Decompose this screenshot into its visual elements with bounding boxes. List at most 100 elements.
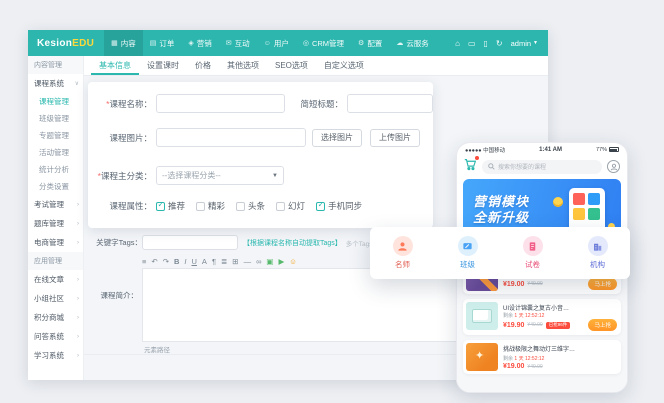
- checkbox-slideshow[interactable]: 幻灯: [276, 200, 305, 212]
- sidebar-group-articles[interactable]: 在线文章›: [28, 270, 83, 289]
- sidebar-item-course-manage[interactable]: 课程管理: [28, 93, 83, 110]
- chevron-right-icon: ›: [77, 334, 79, 340]
- cart-icon[interactable]: [464, 158, 477, 176]
- nav-item-settings[interactable]: ⚙配置: [351, 30, 389, 56]
- service-icon[interactable]: [607, 160, 620, 173]
- sidebar-item-topic-manage[interactable]: 专题管理: [28, 127, 83, 144]
- underline-icon[interactable]: U: [192, 257, 197, 266]
- chevron-right-icon: ›: [77, 221, 79, 227]
- sidebar-item-category-setting[interactable]: 分类设置: [28, 178, 83, 195]
- top-right-tools: ⌂ ▭ ▯ ↻ admin▼: [455, 39, 548, 48]
- tab-seo-options[interactable]: SEO选项: [267, 56, 316, 75]
- nav-item-cloud[interactable]: ☁云服务: [389, 30, 436, 56]
- popover-label: 机构: [590, 259, 605, 270]
- checkbox-mobile-sync[interactable]: 手机同步: [316, 200, 362, 212]
- tab-other-options[interactable]: 其他选项: [219, 56, 267, 75]
- top-nav: ▦内容 ▤订单 ◈营销 ✉互动 ☺用户 ◎CRM管理 ⚙配置 ☁云服务: [104, 30, 436, 56]
- course-image-input[interactable]: [156, 128, 306, 147]
- home-icon[interactable]: ⌂: [455, 39, 460, 48]
- checkbox-recommend[interactable]: 推荐: [156, 200, 185, 212]
- buy-now-button[interactable]: 马上抢: [588, 278, 617, 290]
- nav-label: 内容: [121, 38, 136, 49]
- tab-price[interactable]: 价格: [187, 56, 219, 75]
- checkbox-headline[interactable]: 头条: [236, 200, 265, 212]
- choose-image-button[interactable]: 选择图片: [312, 129, 362, 147]
- monitor-icon[interactable]: ▭: [468, 39, 476, 48]
- redo-icon[interactable]: ↷: [163, 257, 169, 266]
- video-icon[interactable]: ▶: [279, 257, 285, 266]
- link-icon[interactable]: ∞: [256, 257, 261, 266]
- battery-percent: 77%: [596, 147, 607, 153]
- product-old-price: ¥49.90: [527, 322, 542, 328]
- sidebar-group-community[interactable]: 小组社区 ›: [28, 289, 83, 308]
- form-tabs: 基本信息 设置课时 价格 其他选项 SEO选项 自定义选项: [84, 56, 548, 76]
- popover-label: 班级: [460, 259, 475, 270]
- sidebar-section-apps: 应用管理: [28, 252, 83, 270]
- group-label: 小组社区: [34, 293, 64, 304]
- paragraph-icon[interactable]: ¶: [212, 257, 216, 266]
- sidebar-item-stats[interactable]: 统计分析: [28, 161, 83, 178]
- product-card[interactable]: UI设计锦囊之复古小音… 剩余 1 天 12:52:12 ¥19.90 ¥49.…: [463, 299, 621, 335]
- product-countdown: 剩余 1 天 12:52:12: [503, 355, 617, 362]
- tags-input[interactable]: [142, 235, 238, 250]
- tab-lessons[interactable]: 设置课时: [139, 56, 187, 75]
- popover-item-classes[interactable]: 班级: [435, 227, 500, 279]
- product-countdown: 剩余 1 天 12:52:12: [503, 312, 617, 319]
- list-icon: ▤: [150, 39, 157, 47]
- sidebar-item-activity-manage[interactable]: 活动管理: [28, 144, 83, 161]
- search-input[interactable]: 搜索你想要的课程: [482, 160, 602, 174]
- phone-icon[interactable]: ▯: [484, 39, 488, 48]
- product-card[interactable]: 挑战极限之舞动灯三维字… 剩余 1 天 12:52:12 ¥19.00 ¥49.…: [463, 340, 621, 374]
- list-icon[interactable]: ≣: [221, 257, 227, 266]
- user-menu[interactable]: admin▼: [511, 39, 538, 48]
- nav-item-orders[interactable]: ▤订单: [143, 30, 182, 56]
- category-select[interactable]: --选择课程分类--▼: [156, 166, 284, 185]
- table-icon[interactable]: ⊞: [232, 257, 238, 266]
- emoji-icon[interactable]: ☺: [289, 257, 297, 266]
- nav-item-interaction[interactable]: ✉互动: [219, 30, 257, 56]
- sidebar-group-ecommerce[interactable]: 电商管理›: [28, 233, 83, 252]
- product-title: UI设计锦囊之复古小音…: [503, 303, 617, 312]
- sidebar-group-learning[interactable]: 学习系统›: [28, 346, 83, 365]
- checkbox-featured[interactable]: 精彩: [196, 200, 225, 212]
- buy-now-button[interactable]: 马上抢: [588, 319, 617, 331]
- upload-image-button[interactable]: 上传图片: [370, 129, 420, 147]
- course-image-label: 课程图片：: [88, 132, 152, 144]
- tab-basic-info[interactable]: 基本信息: [91, 56, 139, 75]
- popover-item-teachers[interactable]: 名师: [370, 227, 435, 279]
- nav-item-marketing[interactable]: ◈营销: [181, 30, 218, 56]
- sidebar-item-class-manage[interactable]: 班级管理: [28, 110, 83, 127]
- image-icon[interactable]: ▣: [266, 257, 273, 266]
- bold-icon[interactable]: B: [174, 257, 179, 266]
- source-code-icon[interactable]: ≡: [142, 257, 146, 266]
- popover-item-exams[interactable]: 试卷: [500, 227, 565, 279]
- app-logo[interactable]: KesionEDU: [28, 38, 104, 49]
- hr-icon[interactable]: —: [244, 257, 252, 266]
- sidebar-group-question-bank[interactable]: 题库管理›: [28, 214, 83, 233]
- italic-icon[interactable]: I: [184, 257, 186, 266]
- auto-extract-tags-link[interactable]: 【根据课程名称自动提取Tags】: [243, 238, 342, 248]
- chevron-right-icon: ›: [77, 296, 79, 302]
- search-icon: [488, 163, 495, 170]
- users-icon: ◎: [303, 39, 309, 47]
- nav-label: 营销: [197, 38, 212, 49]
- short-title-input[interactable]: [347, 94, 433, 113]
- nav-label: 用户: [274, 38, 289, 49]
- sidebar-group-points-mall[interactable]: 积分商城›: [28, 308, 83, 327]
- nav-item-crm[interactable]: ◎CRM管理: [296, 30, 351, 56]
- sidebar-group-course-system[interactable]: 课程系统∨: [28, 74, 83, 93]
- sidebar-section-content: 内容管理: [28, 56, 83, 74]
- tab-custom-options[interactable]: 自定义选项: [316, 56, 372, 75]
- undo-icon[interactable]: ↶: [151, 257, 157, 266]
- nav-item-content[interactable]: ▦内容: [104, 30, 143, 56]
- checkbox-icon: [316, 202, 325, 211]
- refresh-icon[interactable]: ↻: [496, 39, 503, 48]
- sidebar-group-exam[interactable]: 考试管理›: [28, 195, 83, 214]
- nav-item-users[interactable]: ☺用户: [257, 30, 296, 56]
- popover-item-institutions[interactable]: 机构: [565, 227, 630, 279]
- sidebar-group-qa[interactable]: 问答系统›: [28, 327, 83, 346]
- font-color-icon[interactable]: A: [202, 257, 207, 266]
- group-label: 积分商城: [34, 312, 64, 323]
- checkbox-icon: [236, 202, 245, 211]
- course-name-input[interactable]: [156, 94, 285, 113]
